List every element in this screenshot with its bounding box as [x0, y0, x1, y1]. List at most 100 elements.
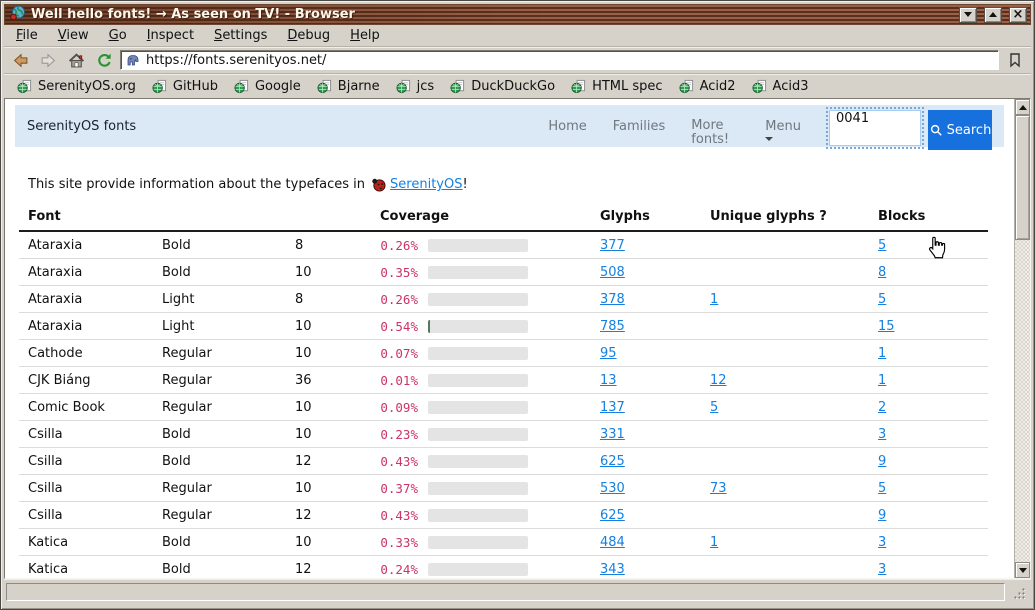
globe-page-icon [152, 79, 167, 94]
vertical-scrollbar[interactable] [1014, 99, 1030, 578]
glyphs-link[interactable]: 625 [600, 508, 625, 523]
glyphs-link[interactable]: 785 [600, 319, 625, 334]
glyphs-link[interactable]: 343 [600, 562, 625, 577]
cell-blocks: 3 [869, 427, 988, 442]
nav-menu-dropdown[interactable]: Menu [765, 119, 801, 141]
title-bar[interactable]: Well hello fonts! → As seen on TV! - Bro… [4, 4, 1031, 25]
unique-glyphs-link[interactable]: 1 [710, 535, 718, 550]
bookmark-item[interactable]: HTML spec [564, 77, 669, 96]
blocks-link[interactable]: 8 [878, 265, 886, 280]
bookmark-item[interactable]: GitHub [145, 77, 225, 96]
nav-home[interactable]: Home [548, 119, 586, 134]
blocks-link[interactable]: 5 [878, 238, 886, 253]
cell-blocks: 5 [869, 481, 988, 496]
menu-inspect[interactable]: Inspect [137, 26, 204, 45]
table-row: KaticaBold100.33%48413 [19, 529, 988, 556]
scrollbar-track[interactable] [1015, 115, 1030, 562]
scroll-up-button[interactable] [1015, 99, 1030, 115]
blocks-link[interactable]: 5 [878, 292, 886, 307]
menu-view[interactable]: View [48, 26, 99, 45]
bookmark-label: Acid2 [700, 79, 736, 94]
cell-blocks: 9 [869, 454, 988, 469]
reload-button[interactable] [92, 49, 116, 71]
bookmark-label: Bjarne [338, 79, 380, 94]
unique-glyphs-link[interactable]: 1 [710, 292, 718, 307]
cell-glyphs: 95 [591, 346, 701, 361]
glyphs-link[interactable]: 331 [600, 427, 625, 442]
menu-settings[interactable]: Settings [204, 26, 277, 45]
glyphs-link[interactable]: 13 [600, 373, 617, 388]
cell-blocks: 1 [869, 373, 988, 388]
bookmark-item[interactable]: jcs [389, 77, 442, 96]
glyphs-link[interactable]: 377 [600, 238, 625, 253]
glyphs-link[interactable]: 625 [600, 454, 625, 469]
table-row: CsillaRegular120.43%6259 [19, 502, 988, 529]
cell-weight: Bold [153, 265, 286, 280]
blocks-link[interactable]: 3 [878, 427, 886, 442]
blocks-link[interactable]: 9 [878, 508, 886, 523]
menu-help[interactable]: Help [340, 26, 390, 45]
cell-weight: Bold [153, 535, 286, 550]
cell-unique-glyphs: 73 [701, 481, 869, 496]
bookmark-label: Acid3 [773, 79, 809, 94]
search-button[interactable]: Search [928, 110, 992, 150]
back-button[interactable] [8, 49, 32, 71]
table-row: CsillaBold100.23%3313 [19, 421, 988, 448]
bookmark-item[interactable]: Bjarne [310, 77, 387, 96]
scroll-down-button[interactable] [1015, 562, 1030, 578]
bookmark-page-button[interactable] [1003, 49, 1027, 71]
unique-glyphs-link[interactable]: 12 [710, 373, 727, 388]
maximize-button[interactable] [984, 7, 1002, 23]
url-bar[interactable]: https://fonts.serenityos.net/ [120, 50, 999, 70]
blocks-link[interactable]: 3 [878, 562, 886, 577]
glyphs-link[interactable]: 484 [600, 535, 625, 550]
unique-glyphs-link[interactable]: 73 [710, 481, 727, 496]
bookmark-item[interactable]: Acid3 [745, 77, 816, 96]
status-message-panel [6, 583, 1005, 601]
cell-coverage-percent: 0.35% [350, 265, 418, 280]
globe-page-icon [396, 79, 411, 94]
glyphs-link[interactable]: 378 [600, 292, 625, 307]
bookmark-item[interactable]: DuckDuckGo [443, 77, 562, 96]
table-row: CsillaRegular100.37%530735 [19, 475, 988, 502]
glyphs-link[interactable]: 137 [600, 400, 625, 415]
forward-icon [40, 52, 57, 69]
blocks-link[interactable]: 3 [878, 535, 886, 550]
blocks-link[interactable]: 1 [878, 373, 886, 388]
resize-grip[interactable] [1012, 586, 1027, 601]
unique-glyphs-link[interactable]: 5 [710, 400, 718, 415]
scroll-down-icon [1019, 568, 1027, 573]
menu-go[interactable]: Go [99, 26, 137, 45]
blocks-link[interactable]: 5 [878, 481, 886, 496]
menu-debug[interactable]: Debug [277, 26, 340, 45]
cell-font-name: Ataraxia [19, 319, 153, 334]
cell-font-name: Ataraxia [19, 265, 153, 280]
menu-file[interactable]: File [6, 26, 48, 45]
glyphs-link[interactable]: 508 [600, 265, 625, 280]
cell-font-name: Csilla [19, 508, 153, 523]
nav-families[interactable]: Families [613, 119, 666, 134]
glyphs-link[interactable]: 530 [600, 481, 625, 496]
glyphs-link[interactable]: 95 [600, 346, 617, 361]
blocks-link[interactable]: 2 [878, 400, 886, 415]
forward-button[interactable] [36, 49, 60, 71]
bookmark-item[interactable]: SerenityOS.org [10, 77, 143, 96]
serenityos-ladybug-icon [371, 177, 386, 192]
blocks-link[interactable]: 9 [878, 454, 886, 469]
minimize-button[interactable] [959, 7, 977, 23]
scrollbar-thumb[interactable] [1015, 115, 1030, 240]
bookmark-item[interactable]: Google [227, 77, 308, 96]
home-button[interactable] [64, 49, 88, 71]
serenityos-link[interactable]: SerenityOS [390, 177, 462, 192]
blocks-link[interactable]: 15 [878, 319, 895, 334]
search-input[interactable] [829, 110, 921, 146]
cell-size: 36 [286, 373, 350, 388]
cell-size: 10 [286, 481, 350, 496]
cell-coverage-percent: 0.26% [350, 238, 418, 253]
nav-more-fonts[interactable]: More fonts! [691, 119, 739, 146]
blocks-link[interactable]: 1 [878, 346, 886, 361]
close-button[interactable]: × [1009, 7, 1027, 23]
bookmark-item[interactable]: Acid2 [672, 77, 743, 96]
cell-size: 10 [286, 319, 350, 334]
cell-weight: Light [153, 319, 286, 334]
